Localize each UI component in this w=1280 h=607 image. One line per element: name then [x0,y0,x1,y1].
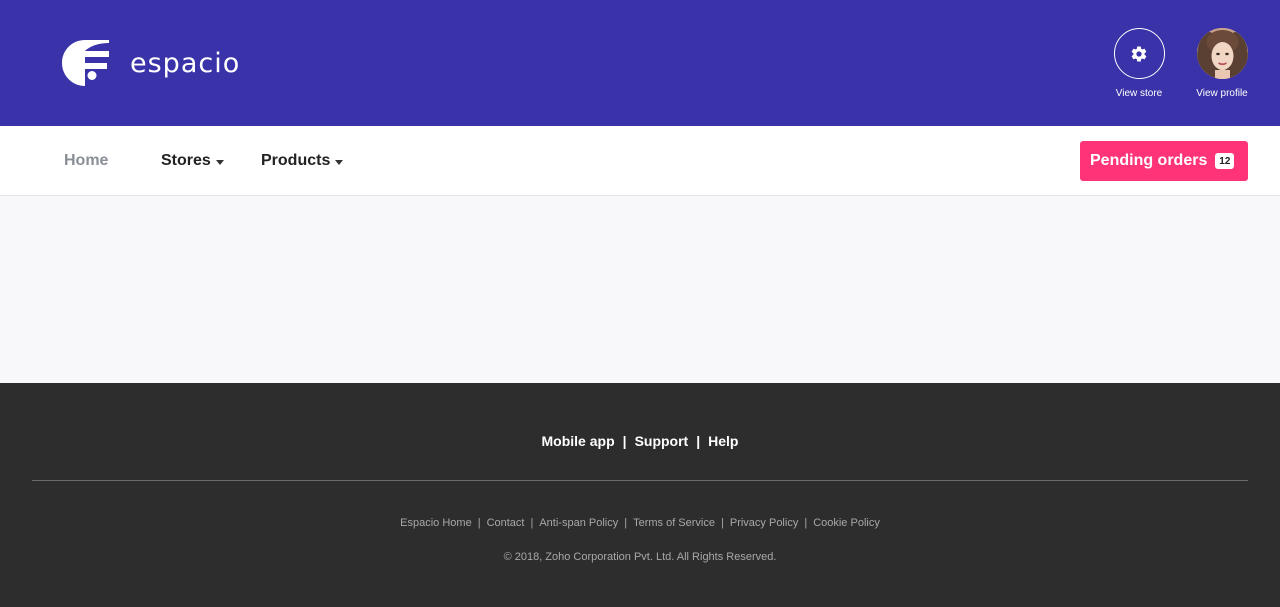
legal-separator: | [624,517,628,529]
main-nav: Home Stores Products Pending orders 12 [0,126,1280,196]
gear-icon [1131,46,1147,62]
pending-orders-label: Pending orders [1090,152,1208,169]
footer-link-support[interactable]: Support [635,433,689,449]
copyright-text: © 2018, Zoho Corporation Pvt. Ltd. All R… [503,551,777,563]
footer: Mobile app | Support | Help Espacio Home | Con… [0,383,1280,607]
avatar[interactable] [1196,28,1248,79]
view-store-label: View store [1115,88,1163,99]
legal-separator: | [477,517,481,529]
top-header: espacio View store View profile [0,0,1280,126]
view-store-circle[interactable] [1113,28,1165,79]
legal-link-terms-of-service[interactable]: Terms of Service [633,517,715,529]
legal-separator: | [530,517,534,529]
footer-separator: | [622,433,627,449]
view-store-button[interactable]: View store [1104,28,1174,99]
view-profile-button[interactable]: View profile [1187,28,1257,99]
espacio-logo-icon [62,40,109,86]
legal-link-privacy-policy[interactable]: Privacy Policy [730,517,798,529]
legal-link-contact[interactable]: Contact [487,517,525,529]
caret-down-icon [335,159,344,165]
footer-legal-links: Espacio Home | Contact | Anti-span Policy | Te… [0,517,1280,529]
nav-stores-dropdown[interactable]: Stores [161,152,224,170]
avatar-image [1196,28,1248,79]
footer-primary-links: Mobile app | Support | Help [0,433,1280,449]
legal-separator: | [721,517,724,529]
nav-products-dropdown[interactable]: Products [261,152,344,170]
brand-name: espacio [130,47,241,79]
legal-link-espacio-home[interactable]: Espacio Home [400,517,472,529]
nav-home[interactable]: Home [64,152,108,170]
nav-stores-label: Stores [161,152,211,169]
legal-link-anti-span-policy[interactable]: Anti-span Policy [539,517,618,529]
nav-products-label: Products [261,152,331,169]
footer-divider [32,480,1248,481]
footer-separator: | [696,433,701,449]
pending-orders-count-badge: 12 [1215,153,1235,169]
legal-link-cookie-policy[interactable]: Cookie Policy [813,517,880,529]
nav-home-label: Home [64,152,109,169]
main-content [0,197,1280,383]
brand[interactable]: espacio [62,40,240,86]
footer-link-help[interactable]: Help [708,433,738,449]
view-profile-label: View profile [1196,88,1248,99]
legal-separator: | [804,517,808,529]
footer-link-mobile-app[interactable]: Mobile app [542,433,615,449]
pending-orders-button[interactable]: Pending orders 12 [1080,141,1248,181]
caret-down-icon [215,159,224,165]
